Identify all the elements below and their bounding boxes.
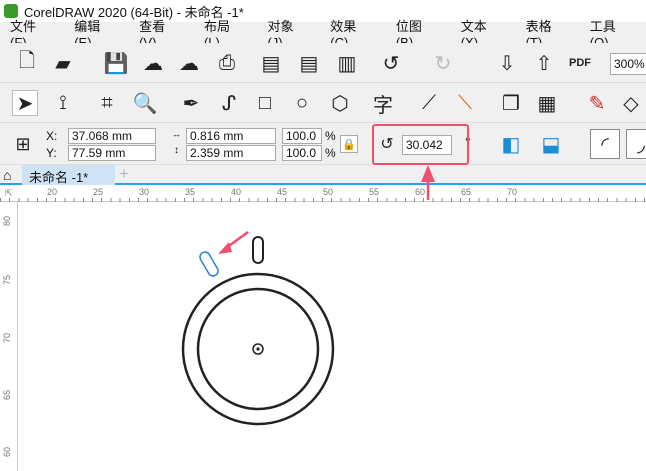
center-dot: [256, 347, 260, 351]
annotation-arrowhead: [421, 165, 435, 182]
rotated-slot-shape[interactable]: [198, 250, 220, 278]
drawing-canvas[interactable]: [0, 0, 646, 471]
slot-shape[interactable]: [252, 236, 264, 264]
